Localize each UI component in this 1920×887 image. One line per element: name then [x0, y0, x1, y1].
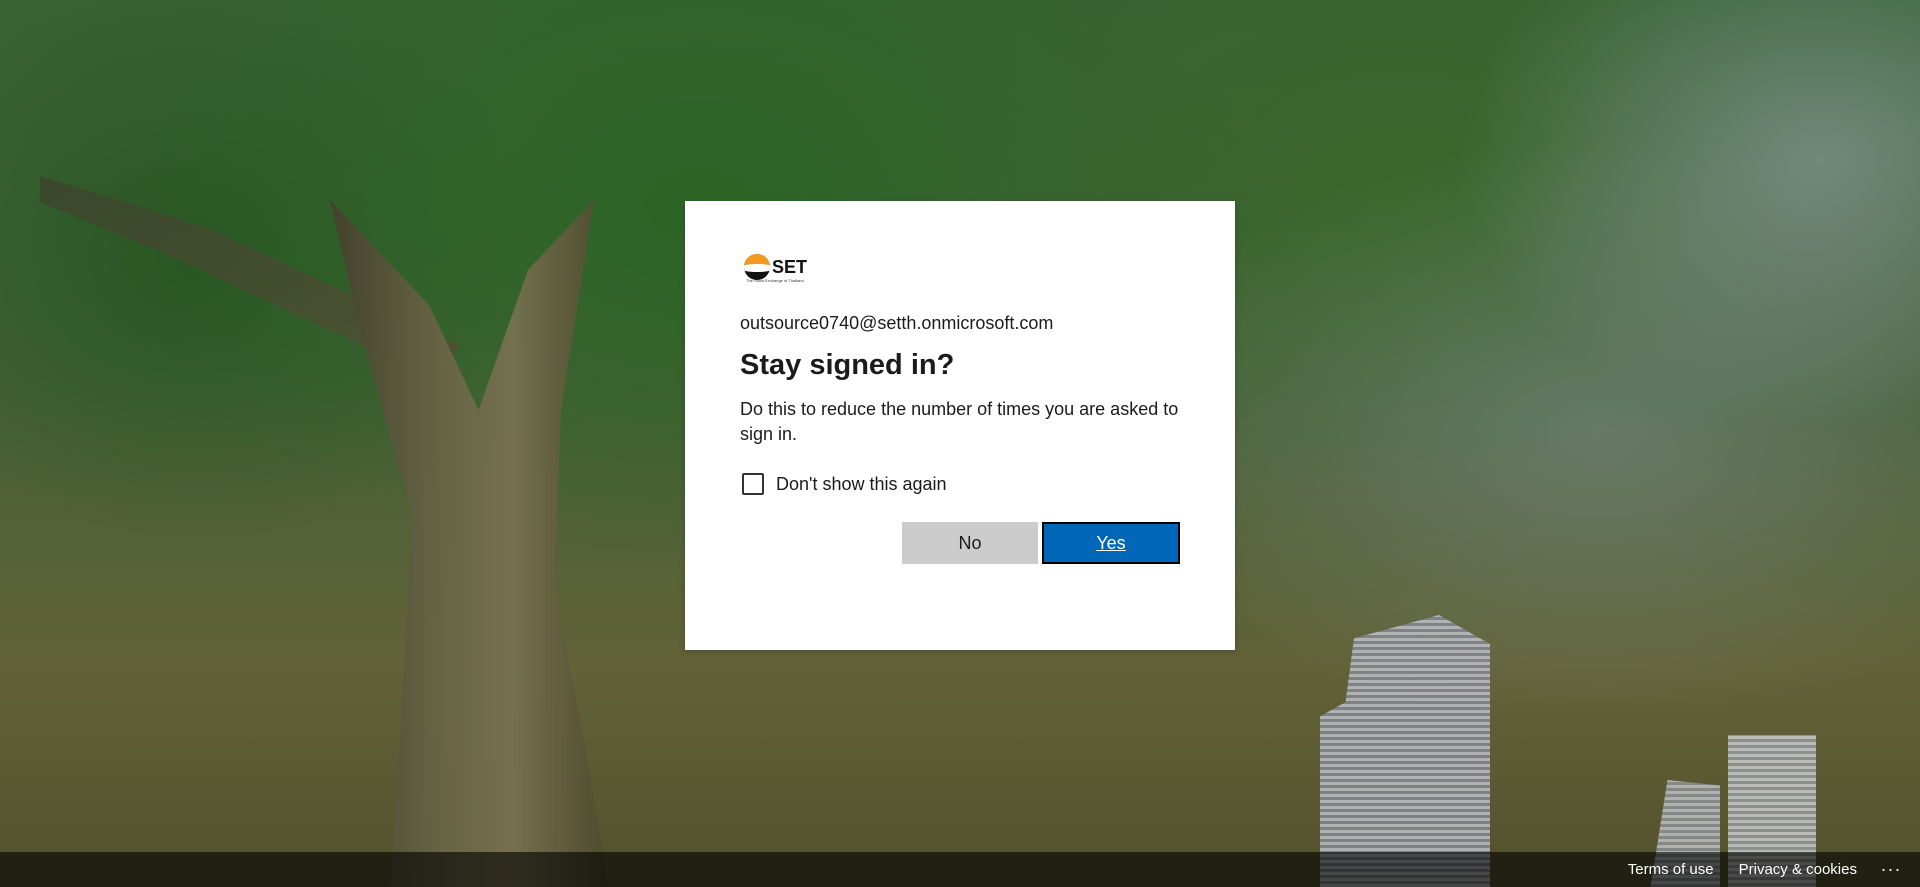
dont-show-again-row[interactable]: Don't show this again: [740, 469, 1180, 499]
dialog-title: Stay signed in?: [740, 349, 955, 381]
terms-of-use-link[interactable]: Terms of use: [1628, 861, 1714, 878]
logo-text: SET: [772, 256, 808, 277]
dont-show-again-checkbox[interactable]: [742, 473, 764, 495]
footer: Terms of use Privacy & cookies ...: [0, 852, 1920, 887]
dialog-buttons: No Yes: [740, 522, 1180, 564]
yes-button[interactable]: Yes: [1042, 522, 1180, 564]
company-logo: SET The Stock Exchange of Thailand: [744, 245, 816, 289]
dont-show-again-label[interactable]: Don't show this again: [776, 474, 947, 495]
stay-signed-in-dialog: SET The Stock Exchange of Thailand outso…: [685, 201, 1235, 650]
logo-subtitle: The Stock Exchange of Thailand: [746, 278, 804, 283]
no-button[interactable]: No: [902, 522, 1038, 564]
privacy-cookies-link[interactable]: Privacy & cookies: [1739, 861, 1857, 878]
set-logo-icon: [744, 254, 770, 280]
more-options-icon[interactable]: ...: [1881, 855, 1902, 876]
account-email: outsource0740@setth.onmicrosoft.com: [740, 313, 1054, 333]
dialog-description: Do this to reduce the number of times yo…: [740, 399, 1179, 444]
